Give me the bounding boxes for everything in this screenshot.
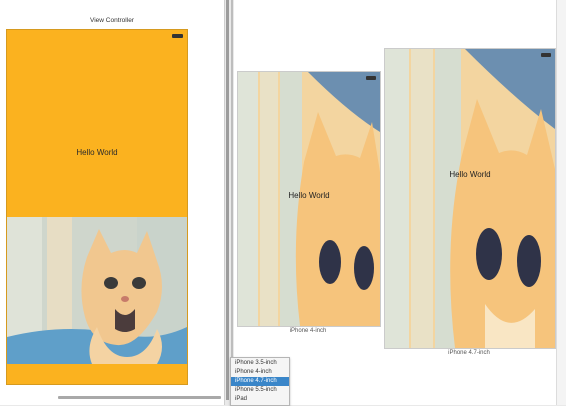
view-controller-title: View Controller [90,17,134,24]
device-caption: iPhone 4.7-inch [448,350,490,356]
kitten-image[interactable] [7,217,187,364]
battery-icon [172,34,183,38]
preview-area: Hello World iPhone 4-inch Hello World iP… [234,0,566,405]
kitten-illustration [7,217,187,364]
menu-item-ipad[interactable]: iPad [231,395,289,404]
device-preview-iphone-4-inch[interactable]: Hello World [237,71,381,327]
battery-icon [366,76,376,80]
editor-splitter[interactable] [231,0,233,405]
device-caption: iPhone 4-inch [289,328,327,334]
device-preview-iphone-4-7-inch[interactable]: Hello World [384,48,556,349]
menu-item-iphone-3-5-inch[interactable]: iPhone 3.5-inch [231,359,289,368]
preview-edge [556,0,566,405]
hello-world-label: Hello World [288,191,330,200]
canvas-horizontal-scrollbar[interactable] [58,396,221,399]
hello-world-label: Hello World [449,170,491,179]
view-controller-scene[interactable]: Hello World [6,29,188,385]
menu-item-iphone-4-7-inch[interactable]: iPhone 4.7-inch [231,377,289,386]
canvas-vertical-scrollbar[interactable] [226,0,229,400]
storyboard-canvas: View Controller Hello World [0,0,225,405]
hello-world-label[interactable]: Hello World [7,148,187,157]
menu-item-iphone-4-inch[interactable]: iPhone 4-inch [231,368,289,377]
menu-item-iphone-5-5-inch[interactable]: iPhone 5.5-inch [231,386,289,395]
device-size-menu[interactable]: iPhone 3.5-inch iPhone 4-inch iPhone 4.7… [230,357,290,406]
kitten-illustration [385,49,555,348]
battery-icon [541,53,551,57]
